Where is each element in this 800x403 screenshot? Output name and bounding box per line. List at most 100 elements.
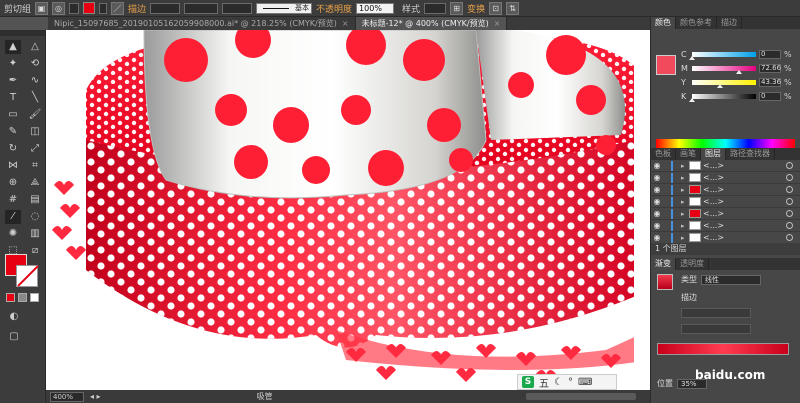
width-tool-icon[interactable]: ⋈ bbox=[5, 159, 21, 173]
target-circle-icon[interactable] bbox=[786, 198, 793, 205]
brush-field[interactable] bbox=[222, 2, 253, 14]
artboard-nav-icon[interactable]: ◂ ▸ bbox=[90, 392, 101, 401]
expand-icon[interactable]: ▸ bbox=[681, 174, 689, 182]
layer-row[interactable]: ◉ ▸ <...> bbox=[651, 220, 800, 232]
none-mode-button[interactable] bbox=[30, 293, 39, 302]
paintbrush-tool-icon[interactable]: 🖌 bbox=[27, 108, 43, 122]
lasso-tool-icon[interactable]: ⟲ bbox=[27, 57, 43, 71]
stroke-label[interactable]: 描边 bbox=[128, 2, 146, 15]
eraser-tool-icon[interactable]: ◫ bbox=[27, 125, 43, 139]
slider-y[interactable] bbox=[692, 79, 756, 88]
layer-row[interactable]: ◉ ▸ <...> bbox=[651, 172, 800, 184]
color-fill-swatch[interactable] bbox=[656, 55, 676, 75]
tab-gradient[interactable]: 渐变 bbox=[651, 258, 676, 270]
screen-mode-icon[interactable]: ▢ bbox=[6, 330, 22, 344]
horizontal-scrollbar[interactable] bbox=[526, 393, 636, 400]
eye-icon[interactable]: ◉ bbox=[651, 209, 663, 218]
tab-swatches[interactable]: 色板 bbox=[651, 148, 676, 160]
expand-icon[interactable]: ▸ bbox=[681, 210, 689, 218]
rotate-tool-icon[interactable]: ↻ bbox=[5, 142, 21, 156]
symbol-sprayer-tool-icon[interactable]: ✺ bbox=[5, 227, 21, 241]
close-icon[interactable]: × bbox=[494, 19, 501, 28]
gradient-swatch[interactable] bbox=[657, 274, 673, 290]
transform-link[interactable]: 变换 bbox=[467, 2, 485, 15]
layer-row[interactable]: ◉ ▸ <...> bbox=[651, 184, 800, 196]
style-dropdown[interactable] bbox=[424, 2, 447, 14]
punctuation-icon[interactable]: ° bbox=[568, 377, 573, 388]
value-c[interactable]: 0 bbox=[759, 49, 781, 59]
slider-c[interactable] bbox=[689, 51, 756, 60]
expand-icon[interactable]: ▸ bbox=[681, 234, 689, 242]
color-mode-button[interactable] bbox=[6, 293, 15, 302]
stroke-color-swatch[interactable] bbox=[16, 265, 38, 287]
transform-icon[interactable]: ⊡ bbox=[489, 1, 503, 15]
slider-m[interactable] bbox=[692, 65, 756, 74]
gradient-slider[interactable] bbox=[657, 343, 789, 355]
zoom-input[interactable]: 400% bbox=[50, 391, 84, 402]
tab-color[interactable]: 颜色 bbox=[651, 17, 676, 29]
expand-icon[interactable]: ▸ bbox=[681, 222, 689, 230]
type-tool-icon[interactable]: T bbox=[5, 91, 21, 105]
gradient-tool-icon[interactable]: ▤ bbox=[27, 193, 43, 207]
tab-stroke[interactable]: 描边 bbox=[717, 17, 742, 29]
ime-toolbar[interactable]: S 五 ☾ ° ⌨ bbox=[517, 374, 617, 390]
flip-icon[interactable]: ⇅ bbox=[506, 1, 520, 15]
free-transform-tool-icon[interactable]: ⌗ bbox=[27, 159, 43, 173]
ime-mode-label[interactable]: 五 bbox=[539, 375, 549, 390]
value-m[interactable]: 72.66 bbox=[759, 63, 781, 73]
mesh-tool-icon[interactable]: # bbox=[5, 193, 21, 207]
expand-icon[interactable]: ▸ bbox=[681, 186, 689, 194]
gradient-angle-field[interactable] bbox=[681, 308, 751, 318]
opacity-input[interactable]: 100% bbox=[356, 2, 395, 14]
direct-selection-tool-icon[interactable]: △ bbox=[27, 40, 43, 54]
eyedropper-tool-icon[interactable]: ⁄ bbox=[5, 210, 21, 224]
gradient-type-select[interactable]: 线性 bbox=[701, 274, 761, 285]
isolate-icon[interactable]: ▣ bbox=[35, 1, 49, 15]
tab-brushes[interactable]: 画笔 bbox=[676, 148, 701, 160]
stroke-swatch[interactable]: ／ bbox=[111, 1, 125, 15]
tab-color-guide[interactable]: 颜色参考 bbox=[676, 17, 717, 29]
pen-tool-icon[interactable]: ✒ bbox=[5, 74, 21, 88]
eye-icon[interactable]: ◉ bbox=[651, 233, 663, 242]
document-tab-2[interactable]: 未标题-12* @ 400% (CMYK/预览) × bbox=[355, 17, 508, 30]
pencil-tool-icon[interactable]: ✎ bbox=[5, 125, 21, 139]
rectangle-tool-icon[interactable]: ▭ bbox=[5, 108, 21, 122]
eye-icon[interactable]: ◉ bbox=[651, 221, 663, 230]
eye-icon[interactable]: ◉ bbox=[651, 161, 663, 170]
eye-icon[interactable]: ◉ bbox=[651, 173, 663, 182]
artboard-canvas[interactable] bbox=[46, 30, 650, 390]
line-tool-icon[interactable]: ╲ bbox=[27, 91, 43, 105]
document-tab-1[interactable]: Nipic_15097685_20190105162059908000.ai* … bbox=[48, 17, 356, 30]
target-icon[interactable]: ◎ bbox=[52, 1, 66, 15]
blend-tool-icon[interactable]: ◌ bbox=[27, 210, 43, 224]
layer-row[interactable]: ◉ ▸ <...> bbox=[651, 196, 800, 208]
expand-icon[interactable]: ▸ bbox=[681, 198, 689, 206]
column-graph-tool-icon[interactable]: ▥ bbox=[27, 227, 43, 241]
value-y[interactable]: 43.36 bbox=[759, 77, 781, 87]
keyboard-icon[interactable]: ⌨ bbox=[578, 377, 592, 388]
target-circle-icon[interactable] bbox=[786, 234, 793, 241]
tab-layers[interactable]: 图层 bbox=[701, 148, 726, 160]
variable-width-field[interactable] bbox=[184, 2, 219, 14]
eye-icon[interactable]: ◉ bbox=[651, 197, 663, 206]
slider-k[interactable] bbox=[689, 93, 756, 102]
align-icon[interactable]: ⊞ bbox=[450, 1, 464, 15]
scale-tool-icon[interactable]: ⤢ bbox=[27, 142, 43, 156]
opacity-label[interactable]: 不透明度 bbox=[316, 2, 352, 15]
fill-stroke-widget[interactable] bbox=[5, 254, 39, 288]
moon-icon[interactable]: ☾ bbox=[554, 377, 563, 388]
shape-builder-tool-icon[interactable]: ⊕ bbox=[5, 176, 21, 190]
curvature-tool-icon[interactable]: ∿ bbox=[27, 74, 43, 88]
gradient-aspect-field[interactable] bbox=[681, 324, 751, 334]
target-circle-icon[interactable] bbox=[786, 174, 793, 181]
layer-row[interactable]: ◉ ▸ <...> bbox=[651, 160, 800, 172]
target-circle-icon[interactable] bbox=[786, 222, 793, 229]
target-circle-icon[interactable] bbox=[786, 186, 793, 193]
selection-tool-icon[interactable]: ▲ bbox=[5, 40, 21, 54]
close-icon[interactable]: × bbox=[342, 19, 349, 28]
expand-icon[interactable]: ▸ bbox=[681, 162, 689, 170]
fill-swatch[interactable] bbox=[83, 2, 96, 14]
stroke-style-select[interactable]: 基本 bbox=[256, 2, 313, 14]
perspective-tool-icon[interactable]: ⟁ bbox=[27, 176, 43, 190]
gradient-mode-button[interactable] bbox=[18, 293, 27, 302]
